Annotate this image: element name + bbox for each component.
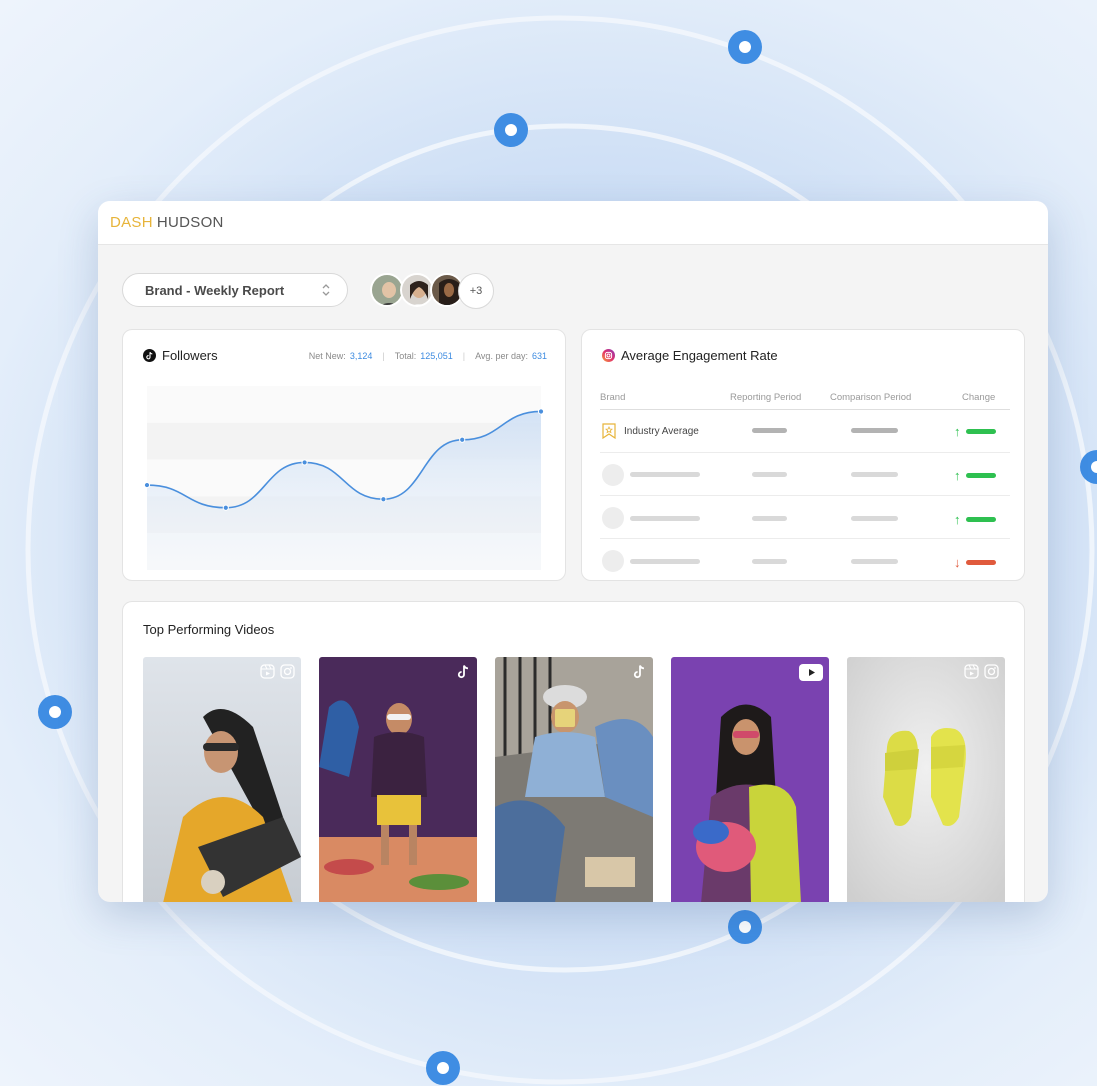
brand-name-placeholder xyxy=(630,516,700,521)
change-indicator: ↓ xyxy=(954,554,996,570)
col-brand[interactable]: Brand xyxy=(600,392,625,403)
table-row[interactable]: Industry Average ↑ xyxy=(600,410,1010,453)
engagement-title: Average Engagement Rate xyxy=(602,348,778,363)
change-indicator: ↑ xyxy=(954,511,996,527)
tiktok-icon xyxy=(457,665,469,679)
arrow-up-icon: ↑ xyxy=(954,423,961,439)
net-new-value: 3,124 xyxy=(349,351,373,361)
video-thumbnail-image xyxy=(319,657,477,902)
avg-per-day-value: 631 xyxy=(531,351,547,361)
avg-per-day-label: Avg. per day: xyxy=(475,351,528,361)
net-new-label: Net New: xyxy=(308,351,346,361)
comparison-value-bar xyxy=(851,472,898,477)
reels-icon xyxy=(964,664,979,679)
more-collaborators-button[interactable]: +3 xyxy=(458,273,494,309)
video-thumbnail-image xyxy=(495,657,653,902)
arrow-down-icon: ↓ xyxy=(954,554,961,570)
arrow-up-icon: ↑ xyxy=(954,467,961,483)
followers-chart xyxy=(143,386,545,570)
video-thumbnail-1[interactable] xyxy=(143,657,301,902)
followers-title: Followers xyxy=(143,348,218,363)
video-platform-icons xyxy=(632,664,647,679)
chart-point xyxy=(143,481,151,489)
tiktok-icon xyxy=(143,349,156,362)
change-indicator: ↑ xyxy=(954,467,996,483)
col-comparison-period[interactable]: Comparison Period xyxy=(830,392,911,403)
followers-title-text: Followers xyxy=(162,348,218,363)
comparison-value-bar xyxy=(851,428,898,433)
chart-grid-band xyxy=(147,386,541,423)
video-thumbnail-5[interactable] xyxy=(847,657,1005,902)
reporting-value-bar xyxy=(752,472,787,477)
chart-point xyxy=(459,436,466,443)
dashboard-window: DASH HUDSON Brand - Weekly Report +3 Fol xyxy=(98,201,1048,902)
video-thumbnail-2[interactable] xyxy=(319,657,477,902)
instagram-icon xyxy=(280,664,295,679)
total-value: 125,051 xyxy=(420,351,453,361)
report-select[interactable]: Brand - Weekly Report xyxy=(122,273,348,307)
chevron-updown-icon xyxy=(322,284,330,296)
brand-avatar-placeholder xyxy=(602,464,624,486)
app-header: DASH HUDSON xyxy=(98,201,1048,245)
chart-point xyxy=(222,504,229,511)
change-bar xyxy=(965,559,996,565)
video-platform-icons xyxy=(799,664,823,681)
reels-icon xyxy=(260,664,275,679)
video-platform-icons xyxy=(964,664,999,679)
brand-logo-dash: DASH xyxy=(110,214,153,231)
ribbon-icon xyxy=(602,423,616,439)
top-videos-card: Top Performing Videos xyxy=(122,601,1025,902)
instagram-icon xyxy=(602,349,615,362)
reporting-value-bar xyxy=(752,428,787,433)
comparison-value-bar xyxy=(851,559,898,564)
chart-point xyxy=(537,408,545,415)
engagement-table-header: Brand Reporting Period Comparison Period… xyxy=(600,391,1010,410)
chart-point xyxy=(380,496,387,503)
engagement-card: Average Engagement Rate Brand Reporting … xyxy=(581,329,1025,581)
video-thumbnail-image xyxy=(671,657,829,902)
video-platform-icons xyxy=(456,664,471,679)
followers-card: Followers Net New: 3,124 | Total: 125,05… xyxy=(122,329,566,581)
col-reporting-period[interactable]: Reporting Period xyxy=(730,392,801,403)
video-thumbnail-3[interactable] xyxy=(495,657,653,902)
report-select-value: Brand - Weekly Report xyxy=(145,282,285,298)
video-thumbnail-image xyxy=(143,657,301,902)
reporting-value-bar xyxy=(752,559,787,564)
video-thumbnail-4[interactable] xyxy=(671,657,829,902)
total-label: Total: xyxy=(394,351,417,361)
change-bar xyxy=(965,472,996,478)
brand-name: Industry Average xyxy=(624,426,699,437)
table-row[interactable]: ↑ xyxy=(600,453,1010,496)
chart-point xyxy=(301,459,308,466)
tiktok-icon xyxy=(633,665,645,679)
followers-stats: Net New: 3,124 | Total: 125,051 | Avg. p… xyxy=(308,351,547,361)
change-bar xyxy=(965,428,996,434)
table-row[interactable]: ↓ xyxy=(600,539,1010,581)
reporting-value-bar xyxy=(752,516,787,521)
avatar[interactable] xyxy=(400,273,434,307)
change-indicator: ↑ xyxy=(954,423,996,439)
change-bar xyxy=(965,516,996,522)
comparison-value-bar xyxy=(851,516,898,521)
instagram-icon xyxy=(984,664,999,679)
brand-name-placeholder xyxy=(630,472,700,477)
video-thumbnail-image xyxy=(847,657,1005,902)
brand-avatar-placeholder xyxy=(602,550,624,572)
brand-avatar-placeholder xyxy=(602,507,624,529)
brand-name-placeholder xyxy=(630,559,700,564)
table-row[interactable]: ↑ xyxy=(600,496,1010,539)
avatar[interactable] xyxy=(370,273,404,307)
top-videos-title: Top Performing Videos xyxy=(143,622,275,637)
col-change[interactable]: Change xyxy=(962,392,995,403)
video-platform-icons xyxy=(260,664,295,679)
youtube-icon xyxy=(799,664,823,681)
brand-logo-hudson: HUDSON xyxy=(156,214,224,231)
engagement-title-text: Average Engagement Rate xyxy=(621,348,778,363)
arrow-up-icon: ↑ xyxy=(954,511,961,527)
